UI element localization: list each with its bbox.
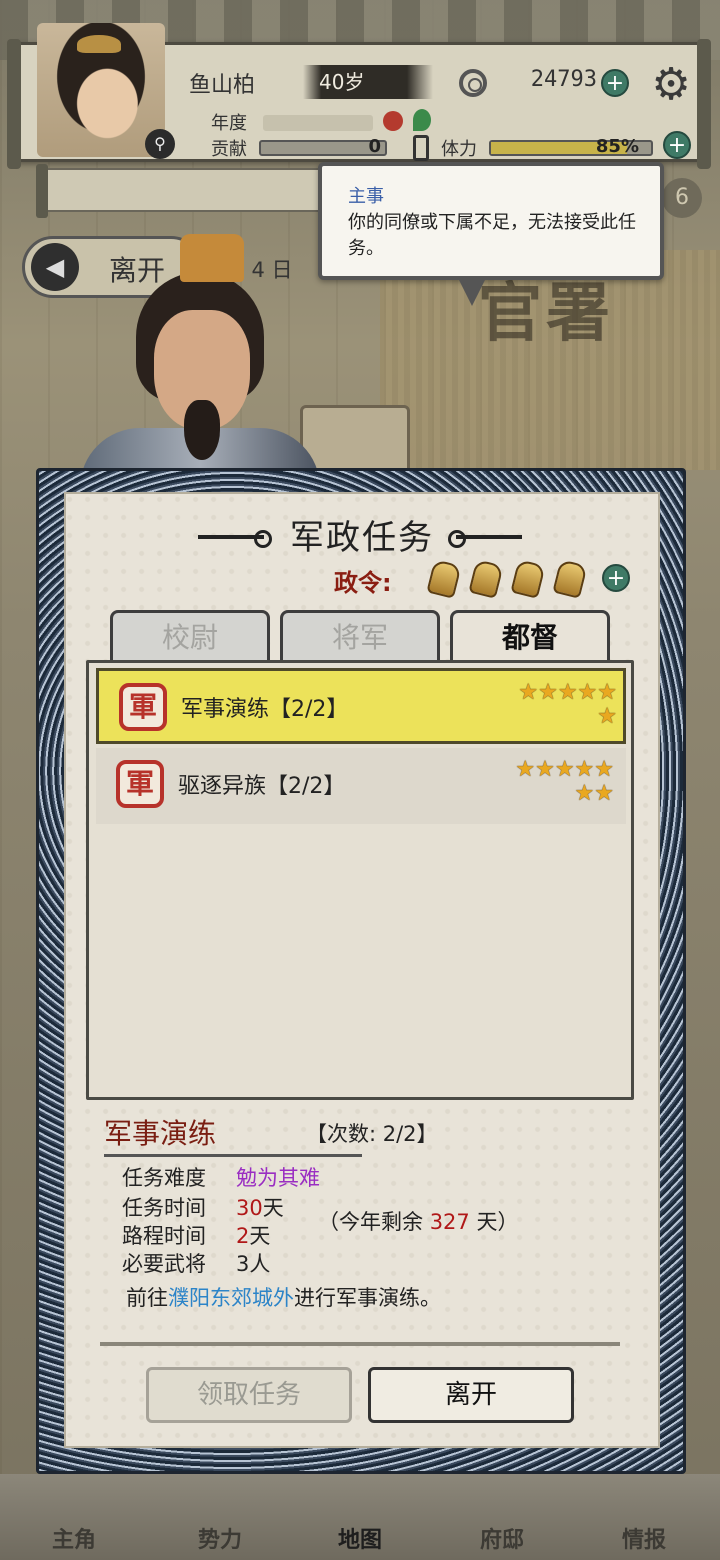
detail-count: 【次数: 2/2】	[306, 1122, 438, 1146]
date-display: 213 年 2 月 4 日	[36, 164, 360, 282]
difficulty-label: 任务难度	[122, 1166, 206, 1190]
stamina-value: 85%	[595, 136, 639, 157]
military-seal-icon: 軍	[119, 683, 167, 731]
add-stamina-button[interactable]: +	[663, 131, 691, 159]
speaker-name: 主事	[348, 186, 384, 207]
mission-row[interactable]: 軍 军事演练【2/2】 ★★★★★ ★	[96, 668, 626, 744]
days-remaining-prefix: （今年剩余	[318, 1210, 430, 1234]
mission-name: 驱逐异族【2/2】	[178, 774, 346, 799]
nav-intel[interactable]: 情报	[594, 1522, 694, 1554]
mission-time-value: 30	[236, 1196, 263, 1220]
tab-commander[interactable]: 都督	[450, 610, 610, 664]
player-name: 鱼山柏	[189, 73, 256, 98]
difficulty-stars: ★★★★★ ★	[518, 680, 617, 729]
nav-protagonist[interactable]: 主角	[24, 1522, 124, 1554]
nav-faction[interactable]: 势力	[170, 1522, 270, 1554]
contribution-bar: 0	[259, 136, 387, 157]
detail-title: 军事演练	[104, 1117, 217, 1150]
settings-gear-icon[interactable]: ⚙	[643, 57, 699, 113]
difficulty-stars: ★★★★★ ★★	[515, 757, 614, 806]
tab-general[interactable]: 将军	[280, 610, 440, 664]
desc-prefix: 前往	[126, 1286, 168, 1310]
contribution-label: 贡献	[211, 139, 247, 160]
year-label: 年度	[211, 113, 247, 134]
add-money-button[interactable]: +	[601, 69, 629, 97]
speech-bubble: 主事 你的同僚或下属不足，无法接受此任务。	[318, 162, 664, 306]
money-value: 24793	[530, 67, 597, 92]
nav-map[interactable]: 地图	[310, 1522, 410, 1554]
add-decree-button[interactable]: +	[602, 564, 630, 592]
travel-time: 2天	[236, 1220, 270, 1250]
travel-time-value: 2	[236, 1224, 250, 1248]
travel-time-label: 路程时间	[122, 1224, 206, 1248]
accept-mission-button[interactable]: 领取任务	[146, 1367, 352, 1423]
required-generals-label: 必要武将	[122, 1252, 206, 1276]
decree-label: 政令:	[334, 569, 392, 597]
desc-suffix: 进行军事演练。	[294, 1286, 441, 1310]
official-hat	[180, 234, 244, 282]
stamina-bar: 85%	[489, 136, 653, 157]
mission-time-label: 任务时间	[122, 1196, 206, 1220]
nav-mansion[interactable]: 府邸	[452, 1522, 552, 1554]
travel-time-unit: 天	[249, 1224, 271, 1248]
player-age: 40岁	[303, 65, 433, 99]
search-icon[interactable]: ⚲	[145, 129, 175, 159]
leaf-icon	[413, 109, 431, 131]
days-remaining-value: 327	[429, 1210, 470, 1234]
pin-icon	[413, 135, 429, 161]
mission-time-unit: 天	[262, 1196, 284, 1220]
mission-row[interactable]: 軍 驱逐异族【2/2】 ★★★★★ ★★	[96, 748, 626, 824]
side-badge[interactable]: 6	[662, 178, 702, 218]
desc-location[interactable]: 濮阳东郊城外	[168, 1286, 294, 1310]
leave-button[interactable]: 离开	[368, 1367, 574, 1423]
days-remaining: （今年剩余 327 天）	[318, 1206, 518, 1236]
military-seal-icon: 軍	[116, 760, 164, 808]
divider	[100, 1342, 620, 1346]
dialog-title: 军政任务	[290, 518, 434, 558]
official-beard	[184, 400, 220, 460]
coin-icon	[459, 69, 487, 97]
tab-captain[interactable]: 校尉	[110, 610, 270, 664]
days-remaining-suffix: 天）	[469, 1210, 519, 1234]
player-status-panel: ⚲ 鱼山柏 40岁 24793 + ⚙ 年度 贡献 0 体力 85% +	[7, 23, 711, 169]
detail-underline	[104, 1154, 362, 1157]
mission-time: 30天	[236, 1192, 284, 1222]
year-bar	[263, 115, 373, 131]
stamina-label: 体力	[441, 139, 477, 160]
contribution-value: 0	[368, 136, 381, 157]
required-generals-value: 3人	[236, 1252, 271, 1276]
flower-icon	[383, 111, 403, 131]
speech-message: 你的同僚或下属不足，无法接受此任务。	[348, 212, 636, 259]
scroll-pin	[36, 164, 48, 218]
mission-description: 前往濮阳东郊城外进行军事演练。	[126, 1282, 441, 1312]
mission-name: 军事演练【2/2】	[181, 697, 349, 722]
difficulty-value: 勉为其难	[236, 1166, 320, 1190]
